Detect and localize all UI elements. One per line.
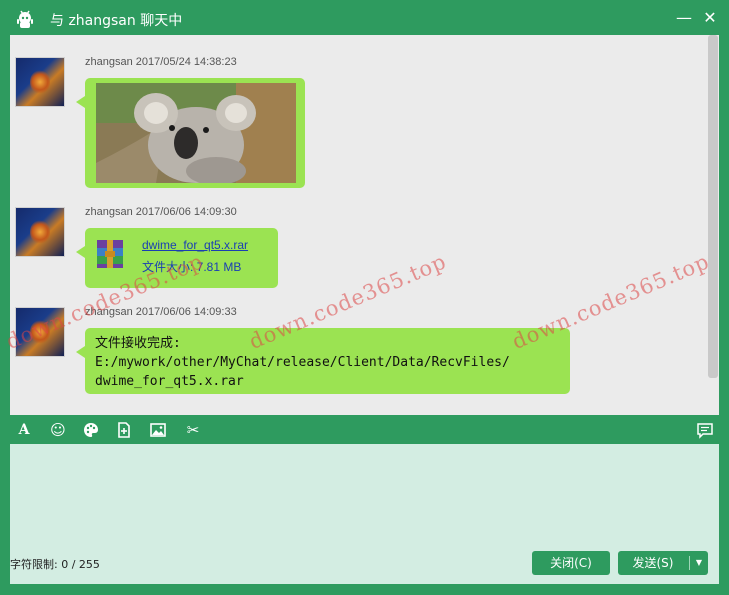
- message-input-area[interactable]: 字符限制: 0 / 255 关闭(C) 发送(S) ▼: [10, 444, 719, 584]
- chat-window: 与 zhangsan 聊天中 — ✕ zhangsan 2017/05/24 1…: [0, 0, 729, 595]
- scissors-icon[interactable]: ✂: [183, 420, 203, 440]
- scrollbar-thumb[interactable]: [708, 35, 718, 378]
- message-sender: zhangsan: [85, 56, 133, 68]
- title-bar[interactable]: 与 zhangsan 聊天中 — ✕: [0, 0, 729, 38]
- app-logo-icon: [17, 10, 33, 28]
- image-message-bubble[interactable]: [76, 78, 305, 188]
- close-button-label: 关闭(C): [550, 556, 592, 570]
- input-toolbar: A ☺ ✂: [0, 415, 729, 444]
- emoji-icon[interactable]: ☺: [48, 420, 68, 440]
- chat-history-area[interactable]: zhangsan 2017/05/24 14:38:23 zhangsan 20…: [10, 35, 719, 415]
- rar-archive-icon: [97, 240, 123, 268]
- close-button[interactable]: 关闭(C): [532, 551, 610, 575]
- message-sender: zhangsan: [85, 206, 133, 218]
- chat-history-icon[interactable]: [695, 420, 715, 440]
- message-time: 2017/06/06 14:09:30: [135, 206, 237, 218]
- message-time: 2017/06/06 14:09:33: [135, 306, 237, 318]
- font-icon[interactable]: A: [14, 420, 34, 440]
- message-time: 2017/05/24 14:38:23: [135, 56, 237, 68]
- close-window-button[interactable]: ✕: [700, 8, 720, 28]
- message-meta: zhangsan 2017/05/24 14:38:23: [85, 56, 237, 68]
- message-text: 文件接收完成: E:/mywork/other/MyChat/release/C…: [95, 336, 510, 389]
- send-button-label: 发送(S): [632, 556, 674, 570]
- message-meta: zhangsan 2017/06/06 14:09:30: [85, 206, 237, 218]
- text-message-bubble[interactable]: 文件接收完成: E:/mywork/other/MyChat/release/C…: [76, 328, 570, 394]
- koala-image[interactable]: [96, 83, 296, 183]
- send-options-dropdown-icon[interactable]: ▼: [690, 551, 708, 575]
- window-title: 与 zhangsan 聊天中: [50, 13, 183, 29]
- send-button[interactable]: 发送(S) ▼: [618, 551, 708, 575]
- add-file-icon[interactable]: [114, 420, 134, 440]
- image-icon[interactable]: [148, 420, 168, 440]
- char-limit-text: 字符限制: 0 / 255: [10, 558, 100, 571]
- chat-scrollbar[interactable]: [707, 35, 719, 415]
- avatar: [15, 57, 65, 107]
- avatar: [15, 207, 65, 257]
- palette-icon[interactable]: [81, 420, 101, 440]
- minimize-button[interactable]: —: [674, 8, 694, 28]
